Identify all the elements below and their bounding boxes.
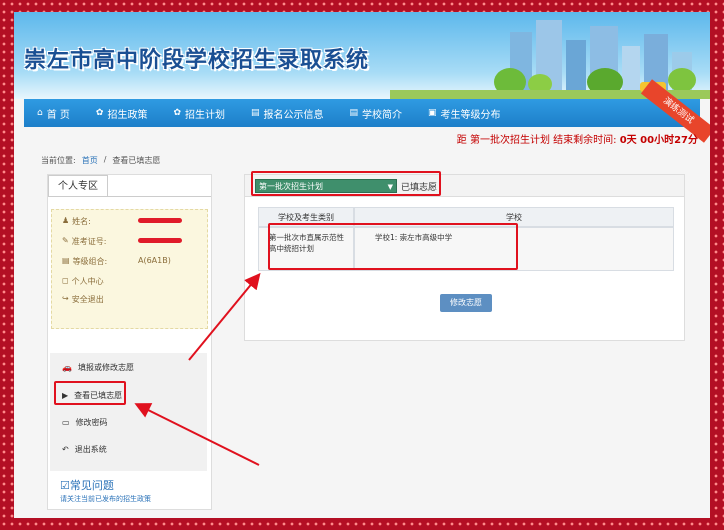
annotation-arrows: [134, 272, 261, 466]
page: 崇左市高中阶段学校招生录取系统 ⌂ 首 页 ✿ 招生政策 ✿ 招生计划 ▤ 报名…: [14, 12, 710, 518]
